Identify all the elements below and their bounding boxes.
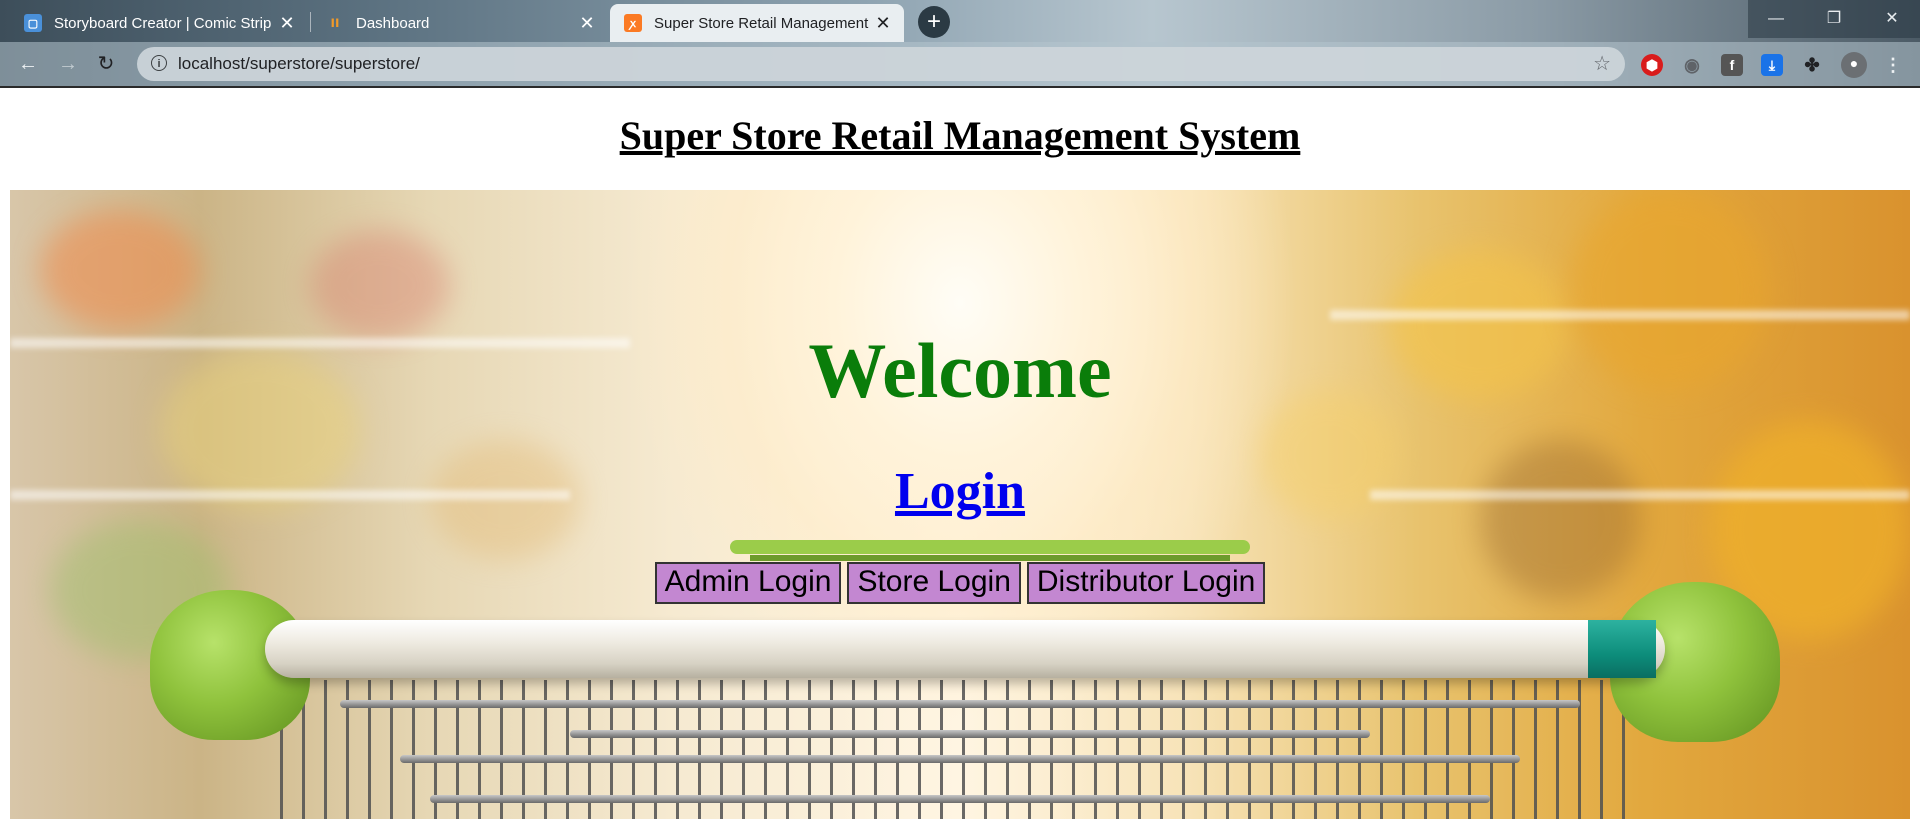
chrome-divider: [0, 86, 1920, 88]
background-shelf-blob: [40, 210, 200, 330]
cart-bar: [570, 730, 1370, 738]
facebook-extension-icon[interactable]: f: [1721, 54, 1743, 76]
cart-handle: [265, 620, 1665, 678]
admin-login-button[interactable]: Admin Login: [654, 562, 842, 604]
login-link[interactable]: Login: [10, 462, 1910, 521]
back-icon[interactable]: ←: [14, 50, 42, 78]
url-text: localhost/superstore/superstore/: [178, 54, 420, 73]
close-tab-icon[interactable]: ✕: [578, 13, 596, 34]
tab-strip: ▢ Storyboard Creator | Comic Strip ✕ ıı …: [0, 0, 1920, 42]
bookmark-star-icon[interactable]: ☆: [1593, 51, 1611, 76]
xampp-icon: ꭗ: [624, 14, 642, 32]
welcome-heading: Welcome: [808, 327, 1112, 414]
restore-icon[interactable]: ❐: [1806, 0, 1862, 38]
distributor-login-button[interactable]: Distributor Login: [1026, 562, 1266, 604]
background-shelf-blob: [310, 230, 450, 340]
reload-icon[interactable]: ↻: [92, 50, 120, 78]
tab-superstore[interactable]: ꭗ Super Store Retail Management ✕: [610, 4, 904, 42]
tab-title: Super Store Retail Management: [654, 14, 869, 32]
tab-title: Dashboard: [356, 14, 430, 32]
circle-extension-icon[interactable]: ◉: [1681, 54, 1703, 76]
extensions-puzzle-icon[interactable]: ✤: [1801, 54, 1823, 76]
store-login-button[interactable]: Store Login: [847, 562, 1021, 604]
cart-rim-shadow: [750, 555, 1230, 561]
tab-storyboard[interactable]: ▢ Storyboard Creator | Comic Strip ✕: [10, 4, 308, 42]
adblock-extension-icon[interactable]: ⬢: [1641, 54, 1663, 76]
background-shelf-line: [1330, 310, 1910, 320]
cart-handle-grip: [1588, 620, 1656, 678]
cart-bar: [430, 795, 1490, 803]
tab-dashboard[interactable]: ıı Dashboard ✕: [312, 4, 608, 42]
profile-avatar[interactable]: ●: [1841, 52, 1867, 78]
address-bar[interactable]: i localhost/superstore/superstore/ ☆: [137, 47, 1625, 81]
tab-separator: [310, 12, 311, 32]
page-title: Super Store Retail Management System: [619, 113, 1301, 158]
cart-bar: [400, 755, 1520, 763]
cart-bar: [340, 700, 1580, 708]
download-extension-icon[interactable]: ⤓: [1761, 54, 1783, 76]
close-tab-icon[interactable]: ✕: [278, 13, 296, 34]
storyboard-icon: ▢: [24, 14, 42, 32]
menu-kebab-icon[interactable]: ⋮: [1882, 54, 1904, 76]
site-info-icon[interactable]: i: [151, 55, 167, 71]
close-tab-icon[interactable]: ✕: [874, 13, 892, 34]
tab-title: Storyboard Creator | Comic Strip: [54, 14, 272, 32]
hero-banner: Welcome Login Admin Login Store Login Di…: [10, 190, 1910, 819]
login-button-group: Admin Login Store Login Distributor Logi…: [10, 562, 1910, 604]
close-window-icon[interactable]: ✕: [1864, 0, 1920, 38]
cart-rim: [730, 540, 1250, 554]
browser-toolbar: ← → ↻ i localhost/superstore/superstore/…: [0, 42, 1920, 87]
minimize-icon[interactable]: —: [1748, 0, 1804, 38]
forward-icon[interactable]: →: [54, 50, 82, 78]
browser-chrome: ▢ Storyboard Creator | Comic Strip ✕ ıı …: [0, 0, 1920, 88]
new-tab-button[interactable]: +: [918, 6, 950, 38]
dashboard-icon: ıı: [330, 14, 340, 31]
